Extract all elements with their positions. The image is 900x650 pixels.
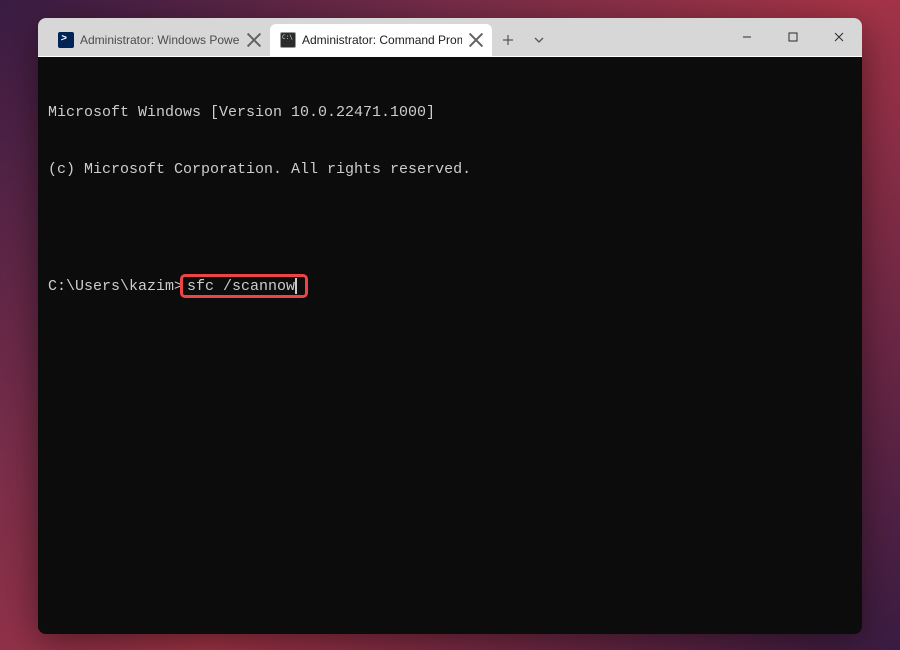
close-tab-button[interactable] <box>468 32 484 48</box>
terminal-window: Administrator: Windows PowerS Administra… <box>38 18 862 634</box>
terminal-output[interactable]: Microsoft Windows [Version 10.0.22471.10… <box>38 56 862 634</box>
cmd-icon <box>280 32 296 48</box>
prompt-line: C:\Users\kazim>sfc /scannow <box>48 274 852 298</box>
minimize-button[interactable] <box>724 18 770 56</box>
close-tab-button[interactable] <box>246 32 262 48</box>
powershell-icon <box>58 32 74 48</box>
tabs-area: Administrator: Windows PowerS Administra… <box>38 18 724 56</box>
tab-command-prompt[interactable]: Administrator: Command Prom <box>270 24 492 56</box>
tab-powershell[interactable]: Administrator: Windows PowerS <box>48 24 270 56</box>
tab-dropdown-button[interactable] <box>524 24 554 56</box>
tab-label: Administrator: Command Prom <box>302 33 462 47</box>
titlebar: Administrator: Windows PowerS Administra… <box>38 18 862 56</box>
command-highlight: sfc /scannow <box>180 274 308 298</box>
text-cursor <box>295 278 297 294</box>
tab-label: Administrator: Windows PowerS <box>80 33 240 47</box>
command-text: sfc /scannow <box>187 277 295 296</box>
terminal-blank-line <box>48 217 852 236</box>
prompt-text: C:\Users\kazim> <box>48 277 183 296</box>
terminal-line: Microsoft Windows [Version 10.0.22471.10… <box>48 103 852 122</box>
new-tab-button[interactable] <box>492 24 524 56</box>
close-window-button[interactable] <box>816 18 862 56</box>
terminal-line: (c) Microsoft Corporation. All rights re… <box>48 160 852 179</box>
maximize-button[interactable] <box>770 18 816 56</box>
window-controls <box>724 18 862 56</box>
